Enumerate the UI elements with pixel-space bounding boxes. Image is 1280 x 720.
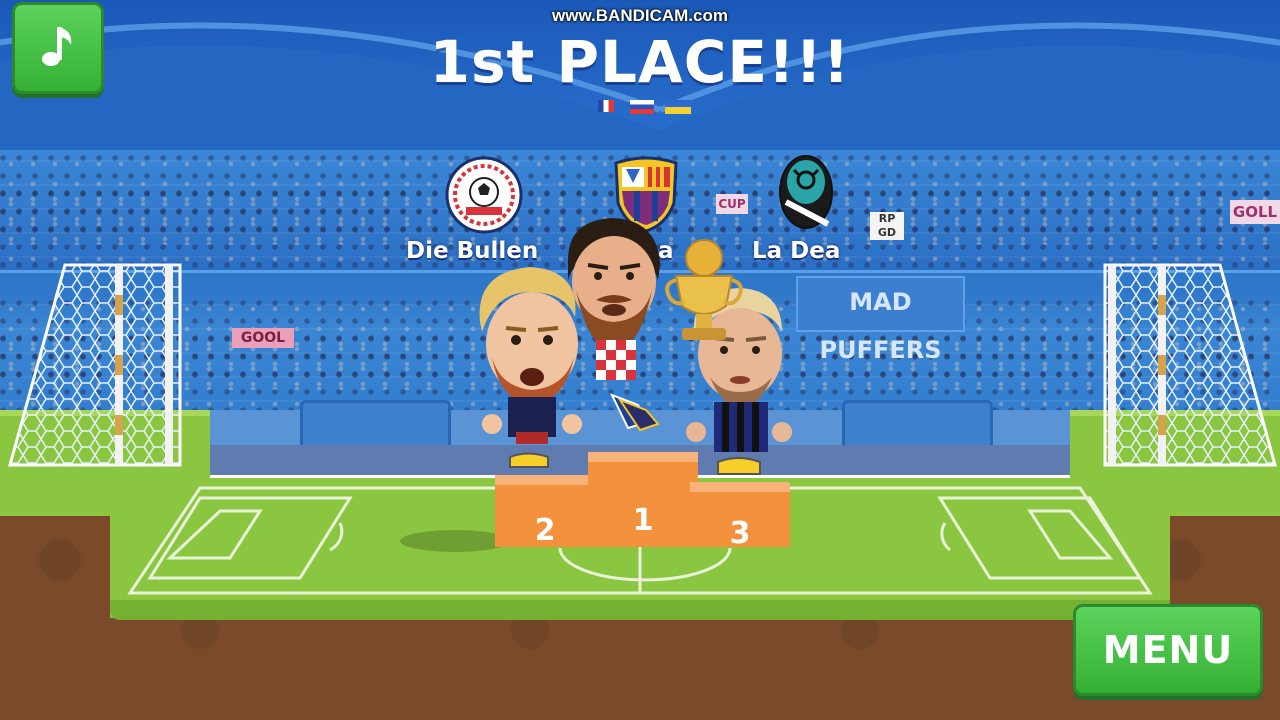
die-bullen-crest-icon [445,156,523,234]
rpgd-sign-label: RP GD [877,212,897,239]
cup-sign-label: CUP [718,197,746,211]
bandicam-watermark: www.BANDICAM.com [552,6,728,25]
pitch-edge [110,600,1170,620]
flag-russia-icon [630,100,654,114]
flag-ukraine-icon [665,100,691,114]
cup-sign: CUP [716,194,748,214]
podium-second: 2 [495,475,595,548]
podium-third: 3 [690,482,790,551]
result-title: 1st PLACE!!! [429,28,851,96]
la-dea-crest-icon [779,155,833,229]
team-name-die-bullen: Die Bullen [406,238,539,264]
music-toggle-button[interactable] [12,2,104,94]
game-scene: MAD PUFFERS GOOL GOLL CUP RP GD 2 1 3 Di… [0,0,1280,720]
podium-shadow [400,530,510,552]
rpgd-sign: RP GD [870,212,904,240]
goal-right [1103,263,1277,467]
podium-second-number: 2 [534,513,556,548]
gool-sign: GOOL [232,328,294,348]
podium-third-number: 3 [729,516,751,551]
goll-sign-label: GOLL [1232,203,1278,221]
podium-first-number: 1 [632,503,654,538]
music-note-icon [42,27,72,66]
goal-left [8,263,182,467]
flag-france-icon [598,100,614,112]
goll-sign: GOLL [1230,200,1280,224]
menu-button[interactable]: MENU [1073,604,1263,696]
gool-sign-label: GOOL [240,330,286,346]
trophy-icon [665,239,743,340]
mad-puffers-sign: MAD PUFFERS [796,276,965,364]
mad-puffers-label: MAD PUFFERS [819,288,942,364]
player-die-bullen [479,267,582,468]
team-name-la-dea: La Dea [752,238,841,264]
